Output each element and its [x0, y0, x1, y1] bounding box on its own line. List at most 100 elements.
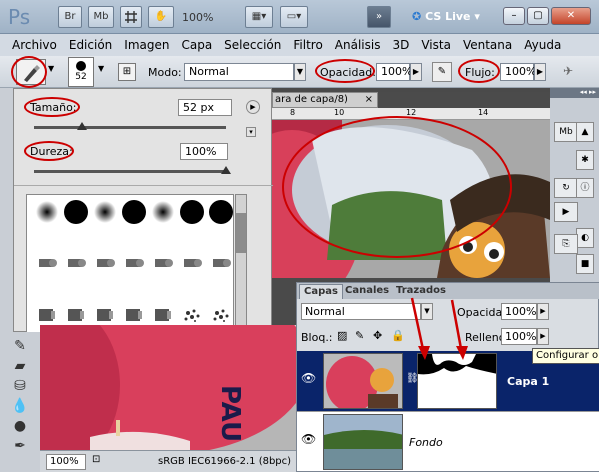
tab-canales[interactable]: Canales — [341, 284, 393, 299]
clone-source-icon[interactable]: ⎘ — [554, 234, 578, 254]
cs-live-menu[interactable]: ✪ CS Live ▾ — [412, 10, 480, 23]
menu-ayuda[interactable]: Ayuda — [518, 38, 567, 52]
mini-bridge-button[interactable]: Mb — [88, 6, 114, 28]
status-bar: 100% ⊡ sRGB IEC61966-2.1 (8bpc) — [40, 450, 296, 472]
minimize-button[interactable]: – — [503, 7, 525, 25]
eraser-tool-icon[interactable]: ▰ — [10, 356, 30, 376]
dock-collapse-icon[interactable]: ◂◂ ▸▸ — [550, 88, 599, 98]
color-icon[interactable]: ◐ — [576, 228, 594, 248]
lock-position-icon[interactable]: ✥ — [373, 329, 382, 342]
brush-preset-dropdown-icon[interactable]: ▼ — [98, 64, 104, 73]
chevron-down-icon[interactable]: ▼ — [48, 64, 54, 73]
brush-preset[interactable] — [205, 199, 237, 233]
panel-menu-icon[interactable]: ▶ — [246, 100, 260, 114]
airbrush-icon[interactable]: ✈ — [558, 62, 578, 82]
brush-preset[interactable] — [60, 199, 92, 233]
screen-mode-button[interactable]: ▭▾ — [280, 6, 308, 28]
actions-icon[interactable]: ▶ — [554, 202, 578, 222]
navigator-icon[interactable]: ✱ — [576, 150, 594, 170]
mini-bridge-panel-button[interactable]: Mb — [554, 122, 578, 142]
brush-preset[interactable] — [118, 251, 150, 285]
menu-analisis[interactable]: Análisis — [329, 38, 387, 52]
brush-preset[interactable] — [89, 199, 121, 233]
status-icon[interactable]: ⊡ — [92, 454, 106, 470]
status-zoom-input[interactable]: 100% — [46, 454, 86, 470]
cs-live-icon: ✪ — [412, 10, 422, 23]
layer-opacity-arrow[interactable]: ▶ — [537, 303, 549, 320]
layer-opacity-input[interactable]: 100% — [501, 303, 537, 320]
layer-row[interactable]: 👁 Fondo — [297, 411, 599, 471]
brush-tool-icon[interactable]: ✎ — [10, 336, 30, 356]
hand-tool-button[interactable]: ✋ — [148, 6, 174, 28]
new-preset-icon[interactable]: ▾ — [246, 127, 256, 137]
document-canvas[interactable]: 8 10 12 14 — [272, 108, 550, 278]
visibility-eye-icon[interactable]: 👁 — [301, 371, 316, 385]
opacity-slider-arrow[interactable]: ▶ — [410, 63, 422, 81]
document-tab[interactable]: ara de capa/8) × — [272, 92, 378, 108]
size-slider-thumb[interactable] — [77, 122, 87, 130]
brush-preset[interactable] — [31, 199, 63, 233]
brush-preset-picker[interactable]: 52 — [68, 57, 94, 87]
paint-bucket-icon[interactable]: ⛁ — [10, 376, 30, 396]
size-input[interactable]: 52 px — [178, 99, 232, 116]
brush-preset[interactable] — [176, 199, 208, 233]
brush-preset[interactable] — [205, 251, 237, 285]
bridge-button[interactable]: Br — [58, 6, 82, 28]
lock-all-icon[interactable]: 🔒 — [391, 329, 405, 342]
arrange-documents-button[interactable]: ▦▾ — [245, 6, 273, 28]
pen-tool-icon[interactable]: ✒ — [10, 436, 30, 456]
fill-arrow[interactable]: ▶ — [537, 328, 549, 345]
pressure-opacity-button[interactable]: ✎ — [432, 62, 452, 82]
size-slider-track[interactable] — [34, 126, 226, 129]
hardness-input[interactable]: 100% — [180, 143, 228, 160]
brush-preset[interactable] — [31, 251, 63, 285]
menu-seleccion[interactable]: Selección — [218, 38, 287, 52]
hardness-slider-track[interactable] — [34, 170, 226, 173]
menu-ventana[interactable]: Ventana — [457, 38, 518, 52]
preset-scrollbar-thumb[interactable] — [236, 213, 246, 253]
menu-imagen[interactable]: Imagen — [118, 38, 175, 52]
fill-input[interactable]: 100% — [501, 328, 537, 345]
brush-preset[interactable] — [176, 251, 208, 285]
tab-capas[interactable]: Capas — [299, 284, 343, 299]
brush-preset[interactable] — [60, 251, 92, 285]
mode-dropdown-icon[interactable]: ▼ — [294, 63, 306, 81]
menu-archivo[interactable]: Archivo — [6, 38, 63, 52]
document-canvas-lower[interactable]: PAU — [40, 325, 296, 450]
mode-select[interactable]: Normal — [184, 63, 294, 81]
layer-mask-thumbnail[interactable] — [417, 353, 497, 409]
close-tab-icon[interactable]: × — [365, 93, 373, 107]
blend-mode-select[interactable]: Normal — [301, 303, 421, 320]
brush-preset[interactable] — [147, 199, 179, 233]
tab-trazados[interactable]: Trazados — [392, 284, 450, 299]
swatches-icon[interactable]: ■ — [576, 254, 594, 274]
workspace-expand-button[interactable]: » — [367, 6, 391, 28]
close-button[interactable]: ✕ — [551, 7, 591, 25]
dodge-tool-icon[interactable]: ● — [10, 416, 30, 436]
info-icon[interactable]: ⓘ — [576, 178, 594, 198]
visibility-eye-icon[interactable]: 👁 — [301, 432, 316, 446]
brush-preset[interactable] — [118, 199, 150, 233]
menu-vista[interactable]: Vista — [415, 38, 457, 52]
zoom-level[interactable]: 100% — [182, 11, 213, 24]
restore-button[interactable]: ▢ — [527, 7, 549, 25]
menu-filtro[interactable]: Filtro — [287, 38, 328, 52]
lock-pixels-icon[interactable]: ✎ — [355, 329, 364, 342]
menu-edicion[interactable]: Edición — [63, 38, 118, 52]
menu-capa[interactable]: Capa — [175, 38, 218, 52]
brush-size-readout: 52 — [75, 72, 87, 82]
brush-preset[interactable] — [89, 251, 121, 285]
flow-slider-arrow[interactable]: ▶ — [534, 63, 546, 81]
brush-panel-toggle-button[interactable]: ⊞ — [118, 63, 136, 81]
lock-transparent-icon[interactable]: ▨ — [337, 329, 347, 342]
blend-mode-dropdown-icon[interactable]: ▼ — [421, 303, 433, 320]
brush-preset[interactable] — [147, 251, 179, 285]
menu-3d[interactable]: 3D — [386, 38, 415, 52]
flow-input[interactable]: 100% — [500, 63, 536, 81]
extras-button[interactable] — [120, 6, 142, 28]
history-icon[interactable]: ↻ — [554, 178, 578, 198]
opacity-input[interactable]: 100% — [376, 63, 412, 81]
hardness-slider-thumb[interactable] — [221, 166, 231, 174]
histogram-icon[interactable]: ▲ — [576, 122, 594, 142]
blur-tool-icon[interactable]: 💧 — [10, 396, 30, 416]
